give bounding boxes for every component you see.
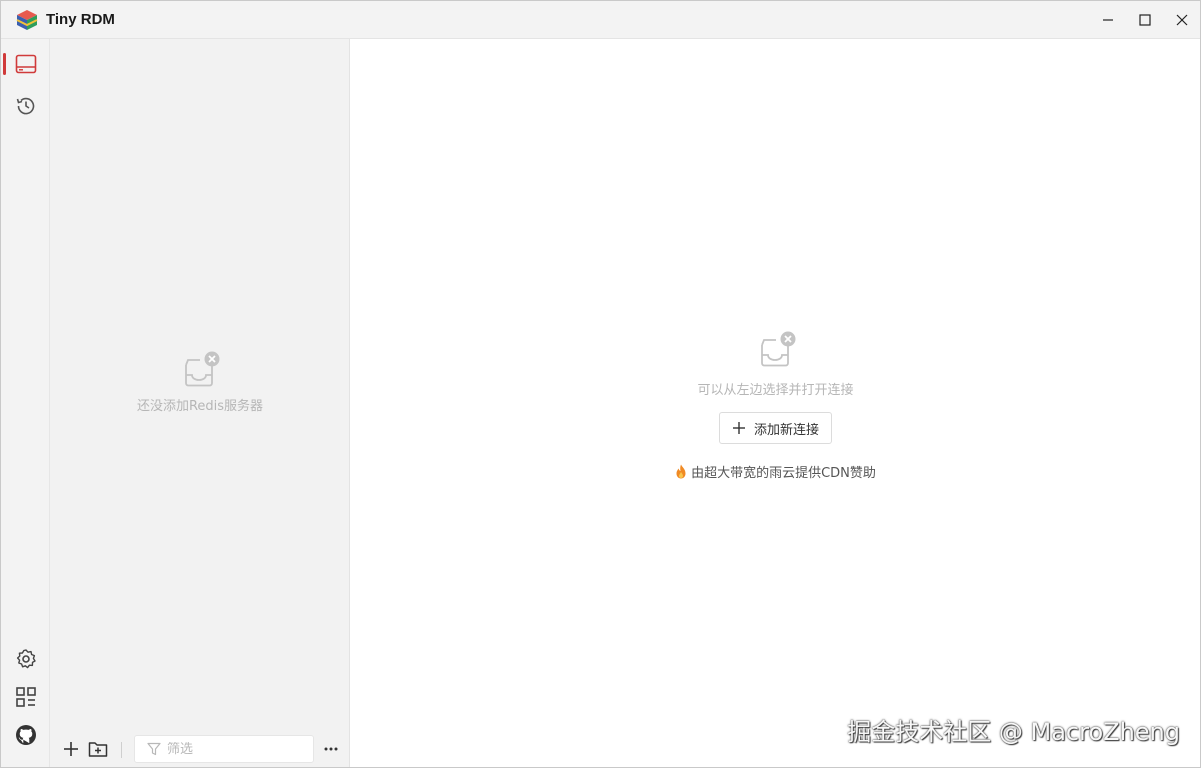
new-folder-icon	[88, 742, 108, 757]
app-window: Tiny RDM 还没添加Redis服务器 筛选 可以从左边选择并打开连接 添加…	[0, 0, 1201, 768]
plus-icon	[732, 422, 745, 434]
sponsor-text: 由超大带宽的雨云提供CDN赞助	[691, 466, 876, 481]
empty-inbox-icon	[760, 331, 795, 367]
rail-item-apps[interactable]	[1, 679, 50, 715]
watermark: 掘金技术社区 @ MacroZheng	[847, 718, 1180, 746]
add-new-connection-label: 添加新连接	[753, 422, 819, 438]
more-dots-icon	[324, 747, 338, 751]
rail-item-settings[interactable]	[1, 641, 50, 677]
minimize-icon	[1103, 19, 1113, 21]
filter-input[interactable]	[167, 741, 297, 757]
nav-rail	[1, 39, 50, 767]
minimize-button[interactable]	[1089, 1, 1127, 39]
close-icon	[1176, 14, 1188, 26]
connection-empty-text: 还没添加Redis服务器	[136, 399, 264, 414]
maximize-button[interactable]	[1126, 1, 1164, 39]
add-new-connection-button[interactable]: 添加新连接	[718, 412, 832, 444]
main-content: 可以从左边选择并打开连接 添加新连接 由超大带宽的雨云提供CDN赞助 掘金技术社…	[351, 39, 1200, 767]
add-connection-button[interactable]	[60, 738, 82, 760]
sponsor-link[interactable]: 由超大带宽的雨云提供CDN赞助	[675, 462, 876, 481]
main-empty-text: 可以从左边选择并打开连接	[697, 383, 854, 398]
github-icon	[15, 725, 36, 745]
history-icon	[16, 97, 34, 115]
app-title: Tiny RDM	[46, 11, 115, 28]
rail-item-servers[interactable]	[1, 46, 50, 82]
flame-icon	[676, 464, 686, 479]
app-logo-icon	[16, 10, 38, 30]
toolbar-divider	[121, 742, 122, 758]
title-bar[interactable]: Tiny RDM	[1, 1, 1200, 39]
server-panel-icon	[15, 54, 36, 74]
more-options-button[interactable]	[320, 738, 342, 760]
connection-panel: 还没添加Redis服务器	[50, 39, 350, 767]
connection-empty-state: 还没添加Redis服务器	[50, 351, 350, 414]
maximize-icon	[1139, 14, 1151, 26]
close-button[interactable]	[1163, 1, 1201, 39]
main-empty-state: 可以从左边选择并打开连接 添加新连接 由超大带宽的雨云提供CDN赞助	[351, 331, 1200, 483]
empty-inbox-icon	[185, 351, 220, 387]
plus-icon	[64, 742, 78, 756]
settings-gear-icon	[16, 649, 36, 669]
rail-item-history[interactable]	[1, 88, 50, 124]
apps-grid-icon	[15, 687, 36, 707]
filter-icon	[147, 742, 161, 756]
filter-box[interactable]	[134, 735, 314, 763]
rail-item-github[interactable]	[1, 717, 50, 753]
add-group-button[interactable]	[87, 738, 109, 760]
connection-toolbar	[50, 729, 350, 767]
